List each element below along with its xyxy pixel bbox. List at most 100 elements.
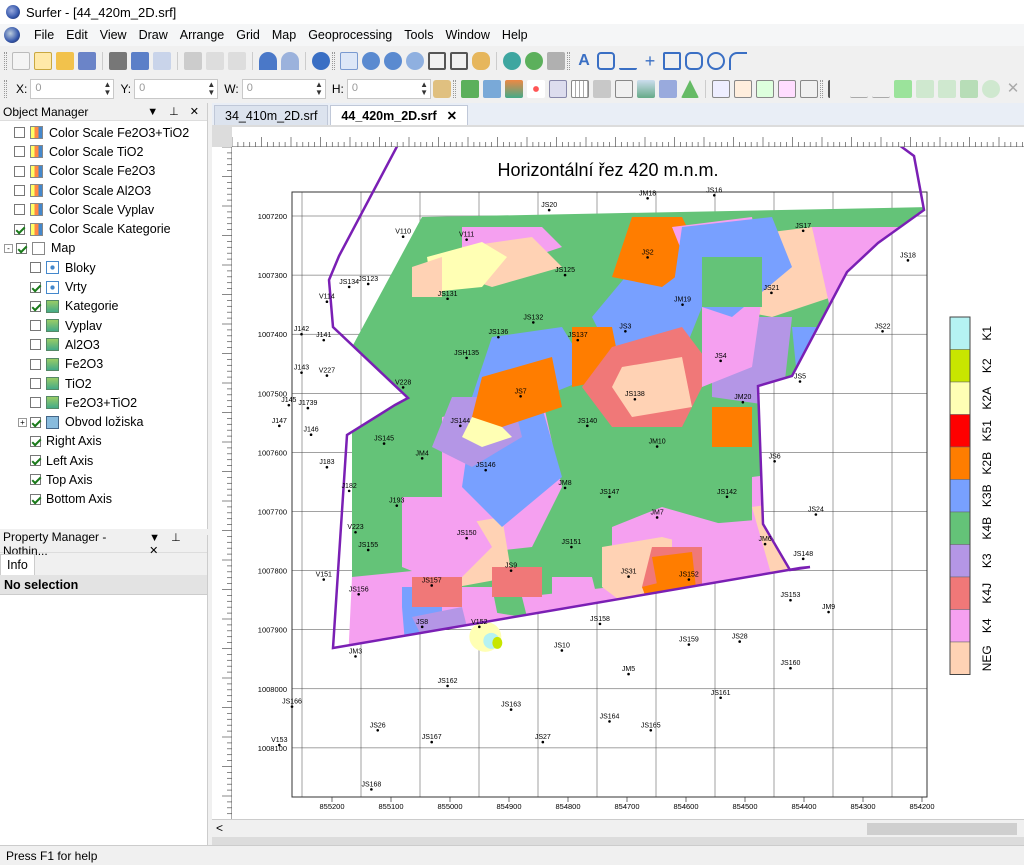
borehole-marker[interactable] xyxy=(484,468,487,472)
tree-item-right-axis[interactable]: Right Axis xyxy=(0,432,207,451)
borehole-marker[interactable] xyxy=(827,610,830,614)
add-scale-bar-icon[interactable] xyxy=(755,80,774,98)
auto-redraw-icon[interactable] xyxy=(525,52,543,70)
borehole-marker[interactable] xyxy=(649,728,653,732)
borehole-marker[interactable] xyxy=(420,625,424,629)
tree-item-vrty[interactable]: Vrty xyxy=(0,277,207,296)
borehole-marker[interactable] xyxy=(465,536,468,540)
toolbar-grip[interactable] xyxy=(452,80,456,98)
visibility-checkbox[interactable] xyxy=(14,223,25,235)
spin-icon[interactable]: ▲ ▼ xyxy=(207,81,215,97)
borehole-marker[interactable] xyxy=(376,728,380,732)
tree-item-fe2o3[interactable]: Fe2O3 xyxy=(0,355,207,374)
menu-help[interactable]: Help xyxy=(496,28,534,42)
difference-icon[interactable] xyxy=(981,80,1000,98)
borehole-marker[interactable] xyxy=(325,374,329,377)
rectangle-icon[interactable] xyxy=(663,52,681,70)
borehole-marker[interactable] xyxy=(681,303,684,306)
borehole-marker[interactable] xyxy=(712,194,716,197)
visibility-checkbox[interactable] xyxy=(14,127,25,139)
new-grid-values-map-icon[interactable] xyxy=(570,80,589,98)
visibility-checkbox[interactable] xyxy=(30,397,41,409)
toolbar-grip[interactable] xyxy=(567,52,570,70)
tab-34-410m[interactable]: 34_410m_2D.srf xyxy=(214,105,329,125)
text-icon[interactable]: A xyxy=(575,52,593,70)
ellipse-icon[interactable] xyxy=(707,52,725,70)
width-field[interactable]: 0 ▲ ▼ xyxy=(241,79,326,99)
borehole-marker[interactable] xyxy=(354,655,357,658)
borehole-marker[interactable] xyxy=(563,273,567,277)
new-worksheet-icon[interactable] xyxy=(34,52,52,70)
close-tab-icon[interactable]: ✕ xyxy=(447,108,457,123)
borehole-marker[interactable] xyxy=(465,238,468,241)
toolbar-grip[interactable] xyxy=(4,80,7,98)
borehole-marker[interactable] xyxy=(300,332,303,336)
spin-icon[interactable]: ▲ ▼ xyxy=(104,81,112,97)
zoom-fit-icon[interactable] xyxy=(450,52,468,70)
select-arrow-icon[interactable] xyxy=(340,52,358,70)
tree-item-kategorie[interactable]: Kategorie xyxy=(0,297,207,316)
connect-polylines-icon[interactable] xyxy=(871,80,890,98)
borehole-marker[interactable] xyxy=(541,740,545,744)
tree-item-left-axis[interactable]: Left Axis xyxy=(0,451,207,470)
borehole-marker[interactable] xyxy=(576,338,580,342)
menu-map[interactable]: Map xyxy=(266,28,302,42)
y-position-field[interactable]: 0 ▲ ▼ xyxy=(134,79,219,99)
x-position-field[interactable]: 0 ▲ ▼ xyxy=(30,79,115,99)
tree-item-color-scale-vyplav[interactable]: Color Scale Vyplav xyxy=(0,200,207,219)
visibility-checkbox[interactable] xyxy=(30,320,41,332)
borehole-marker[interactable] xyxy=(646,256,649,259)
union-icon[interactable] xyxy=(937,80,956,98)
borehole-marker[interactable] xyxy=(401,386,405,389)
redraw-icon[interactable] xyxy=(503,52,521,70)
borehole-marker[interactable] xyxy=(719,359,722,363)
visibility-checkbox[interactable] xyxy=(14,204,25,216)
redo-icon[interactable] xyxy=(281,52,299,70)
pan-hand-icon[interactable] xyxy=(472,52,490,70)
tree-item-tio2[interactable]: TiO2 xyxy=(0,374,207,393)
menu-grid[interactable]: Grid xyxy=(230,28,266,42)
visibility-checkbox[interactable] xyxy=(30,455,41,467)
tree-item-color-scale-al2o3[interactable]: Color Scale Al2O3 xyxy=(0,181,207,200)
borehole-marker[interactable] xyxy=(687,578,691,581)
new-classed-post-map-icon[interactable] xyxy=(548,80,567,98)
lock-icon[interactable] xyxy=(432,80,451,98)
visibility-checkbox[interactable] xyxy=(30,281,41,293)
borehole-marker[interactable] xyxy=(497,335,500,339)
combine-icon[interactable] xyxy=(893,80,912,98)
borehole-marker[interactable] xyxy=(798,380,802,383)
toolbar-grip[interactable] xyxy=(332,52,335,70)
panel-controls[interactable]: ▼ ⊥ ✕ xyxy=(147,105,203,118)
borehole-marker[interactable] xyxy=(725,495,729,499)
borehole-marker[interactable] xyxy=(446,297,449,301)
tree-item-map[interactable]: - Map xyxy=(0,239,207,258)
zoom-page-icon[interactable] xyxy=(428,52,446,70)
save-icon[interactable] xyxy=(78,52,96,70)
menu-geoprocessing[interactable]: Geoprocessing xyxy=(302,28,398,42)
tree-item-fe2o3-tio2[interactable]: Fe2O3+TiO2 xyxy=(0,393,207,412)
add-layer-icon[interactable] xyxy=(711,80,730,98)
borehole-marker[interactable] xyxy=(773,460,776,463)
export-icon[interactable] xyxy=(131,52,149,70)
borehole-marker[interactable] xyxy=(395,504,399,507)
borehole-marker[interactable] xyxy=(560,649,564,652)
borehole-marker[interactable] xyxy=(570,545,573,549)
visibility-checkbox[interactable] xyxy=(30,493,41,505)
borehole-marker[interactable] xyxy=(430,740,433,744)
open-icon[interactable] xyxy=(56,52,74,70)
borehole-marker[interactable] xyxy=(278,424,281,428)
tree-item-bottom-axis[interactable]: Bottom Axis xyxy=(0,490,207,509)
borehole-marker[interactable] xyxy=(366,548,370,552)
tree-item-color-scale-kategorie[interactable]: Color Scale Kategorie xyxy=(0,219,207,238)
borehole-marker[interactable] xyxy=(347,285,351,289)
new-icon[interactable] xyxy=(12,52,30,70)
new-vector-map-icon[interactable] xyxy=(614,80,633,98)
menu-edit[interactable]: Edit xyxy=(60,28,94,42)
zoom-rectangle-icon[interactable] xyxy=(406,52,424,70)
color-scale-kategorie[interactable]: K1 K2 K2A K51 K2B K3B K4B K3 K4J K4 NEG xyxy=(949,316,994,675)
tree-item-color-scale-tio2[interactable]: Color Scale TiO2 xyxy=(0,142,207,161)
spin-icon[interactable]: ▲ ▼ xyxy=(315,81,323,97)
menu-tools[interactable]: Tools xyxy=(398,28,439,42)
borehole-marker[interactable] xyxy=(801,229,805,233)
menu-arrange[interactable]: Arrange xyxy=(174,28,230,42)
